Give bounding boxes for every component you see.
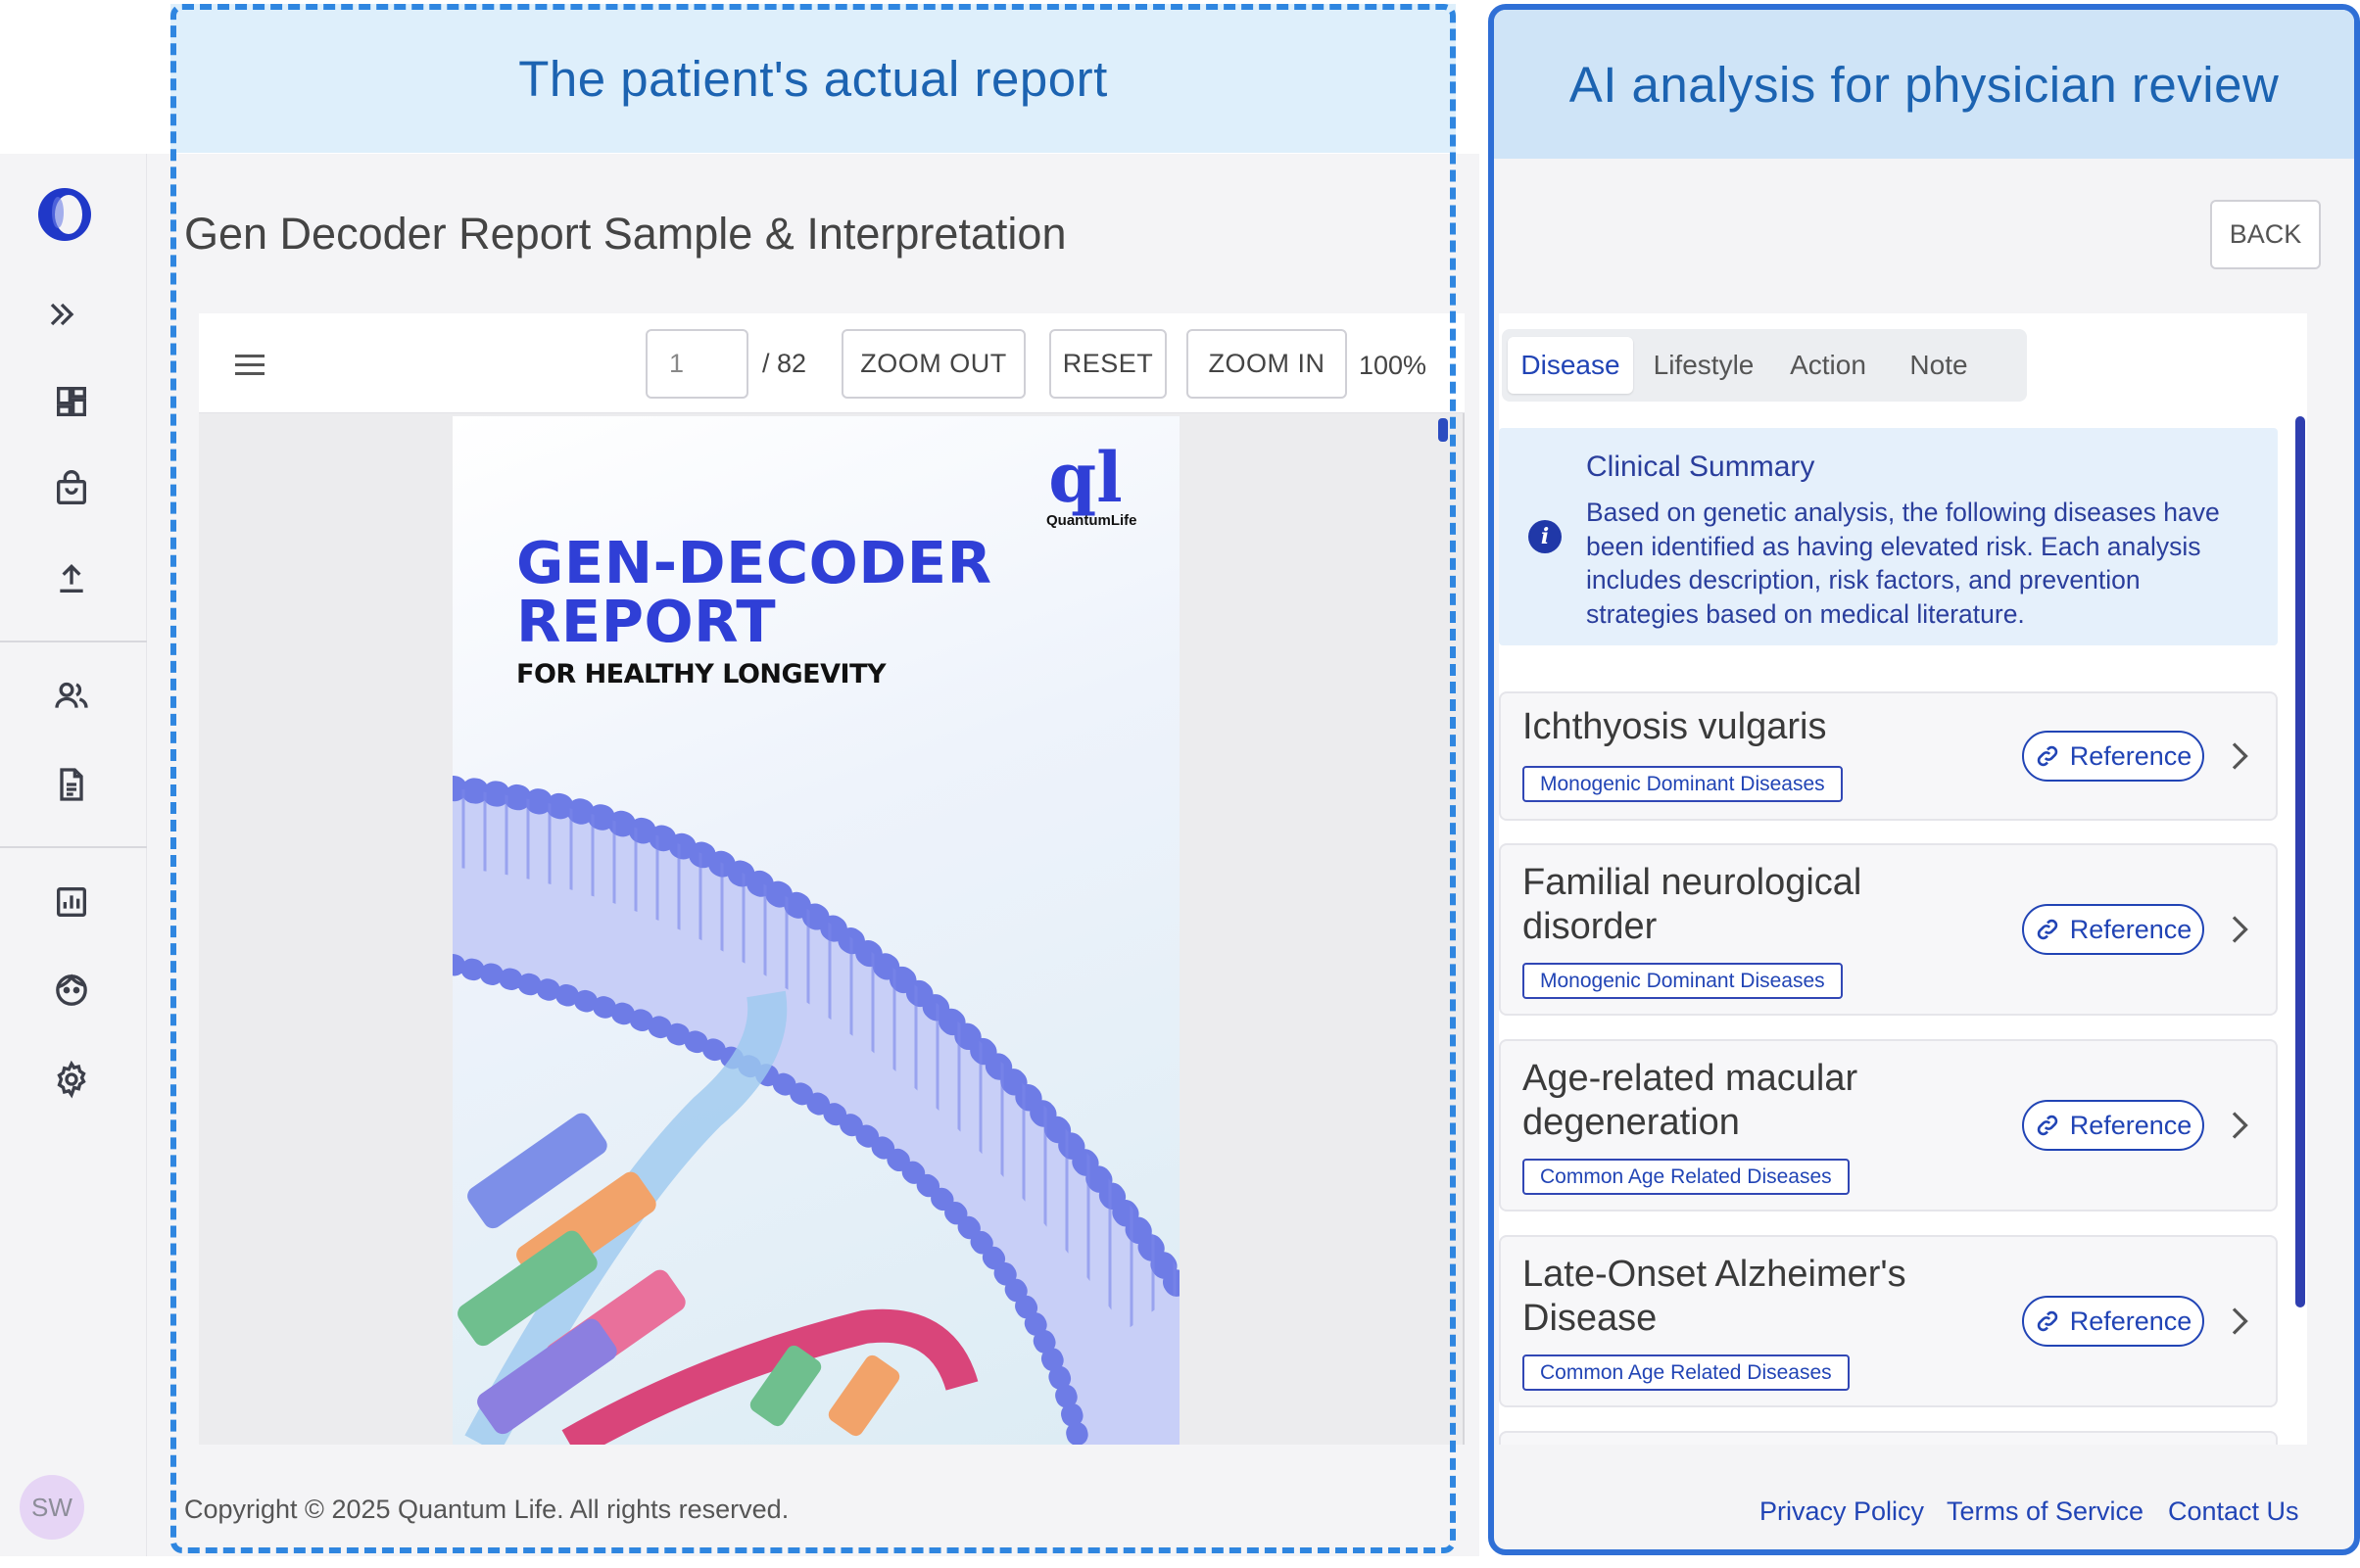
tab-lifestyle[interactable]: Lifestyle — [1639, 337, 1768, 394]
menu-icon[interactable] — [235, 355, 265, 376]
summary-title: Clinical Summary — [1586, 451, 1815, 483]
reference-label: Reference — [2069, 1306, 2192, 1336]
sidebar — [0, 154, 147, 1556]
reference-button[interactable]: Reference — [2022, 1296, 2204, 1347]
disease-card[interactable]: Familial neurological disorder Monogenic… — [1499, 843, 2278, 1016]
tab-note[interactable]: Note — [1890, 337, 1988, 394]
reference-label: Reference — [2069, 914, 2192, 944]
chevron-right-icon[interactable] — [2224, 1108, 2253, 1143]
contact-us-link[interactable]: Contact Us — [2168, 1497, 2299, 1527]
disease-card[interactable]: Age-related macular degeneration Common … — [1499, 1039, 2278, 1212]
back-button[interactable]: BACK — [2210, 200, 2321, 269]
cover-title: GEN-DECODER REPORT — [516, 534, 992, 651]
link-icon — [2037, 919, 2057, 940]
cover-title-line2: REPORT — [516, 588, 777, 655]
disease-card[interactable]: Late-Onset Alzheimer's Disease Common Ag… — [1499, 1235, 2278, 1407]
sidebar-divider — [0, 641, 147, 642]
shopping-bag-icon[interactable] — [47, 465, 96, 514]
cover-subtitle: FOR HEALTHY LONGEVITY — [516, 659, 887, 689]
dashboard-icon[interactable] — [47, 377, 96, 426]
zoom-out-button[interactable]: ZOOM OUT — [842, 329, 1026, 399]
right-panel-caption: AI analysis for physician review — [1494, 10, 2354, 159]
page-number-input[interactable]: 1 — [646, 329, 748, 399]
page-title: Gen Decoder Report Sample & Interpretati… — [184, 209, 1067, 259]
disease-name: Late-Onset Alzheimer's Disease — [1522, 1254, 1906, 1339]
users-icon[interactable] — [47, 672, 96, 721]
sidebar-divider — [0, 846, 147, 848]
report-icon[interactable] — [47, 760, 96, 809]
link-icon — [2037, 745, 2057, 767]
brand-mark: ql — [1048, 437, 1123, 518]
disease-card[interactable]: Ichthyosis vulgaris Monogenic Dominant D… — [1499, 691, 2278, 821]
info-icon: i — [1528, 520, 1562, 553]
disease-category-tag: Common Age Related Diseases — [1522, 1159, 1850, 1195]
expand-icon[interactable] — [37, 290, 86, 339]
summary-text: Based on genetic analysis, the following… — [1586, 498, 2220, 629]
disease-name: Ichthyosis vulgaris — [1522, 706, 1827, 747]
left-panel-caption-text: The patient's actual report — [518, 50, 1108, 107]
reference-button[interactable]: Reference — [2022, 1100, 2204, 1151]
zoom-in-button[interactable]: ZOOM IN — [1186, 329, 1347, 399]
disease-name: Age-related macular degeneration — [1522, 1058, 1858, 1143]
link-icon — [2037, 1310, 2057, 1332]
reference-label: Reference — [2069, 740, 2192, 771]
viewer-scrollbar[interactable] — [1438, 418, 1448, 442]
disease-category-tag: Monogenic Dominant Diseases — [1522, 766, 1843, 802]
disease-card[interactable] — [1499, 1431, 2278, 1445]
cover-title-line1: GEN-DECODER — [516, 529, 992, 596]
face-icon[interactable] — [47, 966, 96, 1015]
reset-button[interactable]: RESET — [1049, 329, 1167, 399]
terms-of-service-link[interactable]: Terms of Service — [1947, 1497, 2143, 1527]
left-panel-caption: The patient's actual report — [170, 4, 1456, 153]
reference-button[interactable]: Reference — [2022, 904, 2204, 955]
brand-name: QuantumLife — [1046, 512, 1137, 529]
tab-action[interactable]: Action — [1772, 337, 1884, 394]
reference-label: Reference — [2069, 1110, 2192, 1140]
chevron-right-icon[interactable] — [2224, 738, 2253, 774]
disease-name: Familial neurological disorder — [1522, 862, 1862, 947]
app-logo[interactable] — [36, 186, 93, 243]
chart-icon[interactable] — [47, 878, 96, 927]
tab-disease[interactable]: Disease — [1508, 337, 1633, 394]
quantumlife-logo: ql QuantumLife — [1046, 437, 1137, 530]
chevron-right-icon[interactable] — [2224, 912, 2253, 947]
page-total: / 82 — [762, 349, 807, 378]
reference-button[interactable]: Reference — [2022, 731, 2204, 782]
copyright: Copyright © 2025 Quantum Life. All right… — [184, 1495, 790, 1524]
zoom-level: 100% — [1359, 351, 1427, 380]
analysis-scrollbar[interactable] — [2295, 416, 2305, 1307]
link-icon — [2037, 1115, 2057, 1136]
avatar[interactable]: SW — [20, 1475, 84, 1540]
pdf-page-cover: ql QuantumLife GEN-DECODER REPORT FOR HE… — [453, 416, 1180, 1445]
disease-category-tag: Common Age Related Diseases — [1522, 1354, 1850, 1391]
settings-icon[interactable] — [47, 1055, 96, 1104]
upload-icon[interactable] — [47, 553, 96, 602]
tab-bar: Disease Lifestyle Action Note — [1502, 329, 2027, 402]
disease-category-tag: Monogenic Dominant Diseases — [1522, 963, 1843, 999]
right-panel-caption-text: AI analysis for physician review — [1568, 56, 2280, 113]
cover-illustration — [453, 776, 1180, 1445]
chevron-right-icon[interactable] — [2224, 1304, 2253, 1339]
privacy-policy-link[interactable]: Privacy Policy — [1759, 1497, 1924, 1527]
